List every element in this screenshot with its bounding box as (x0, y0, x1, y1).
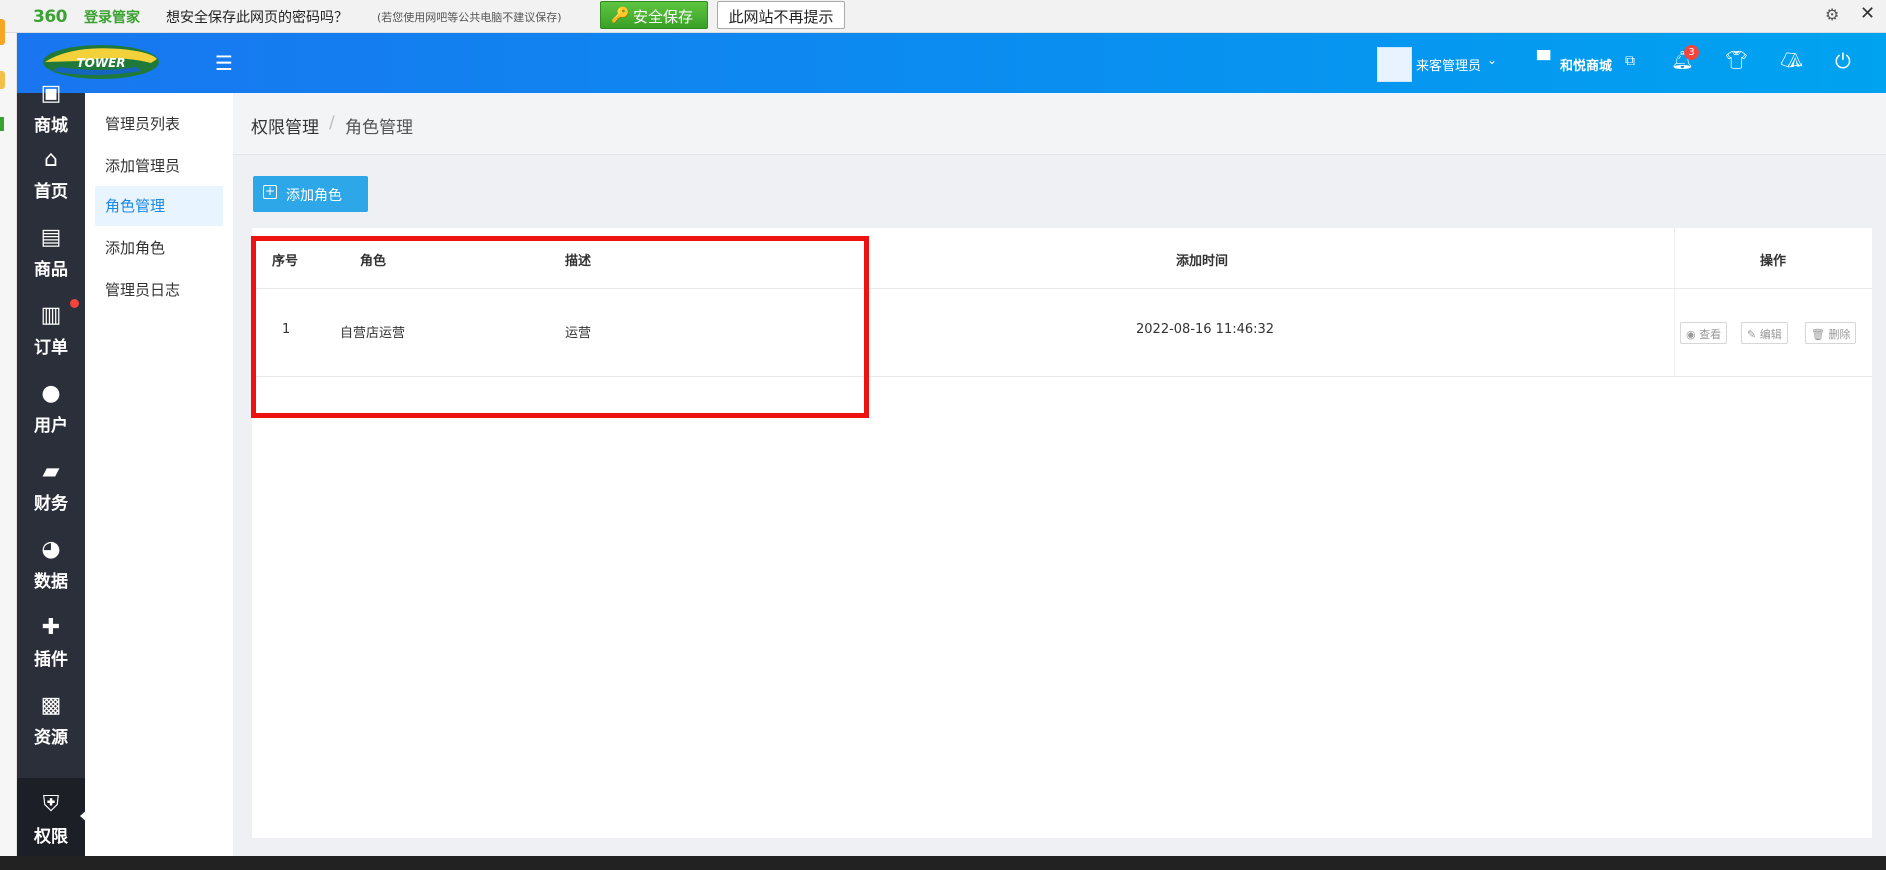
sidebar-item-label: 插件 (34, 650, 68, 670)
taskbar (0, 856, 1886, 870)
highlight-box (251, 236, 869, 418)
eye-icon: ◉ (1686, 328, 1700, 341)
main-sidebar: ▣ 商城 ⌂ 首页 ▤ 商品 ▥ 订单 ● 用户 ▰ 财务 ◕ 数据 ✚ 插件 … (17, 83, 89, 856)
avatar[interactable] (1377, 47, 1412, 82)
sidebar-item-users[interactable]: ● 用户 (17, 367, 85, 445)
submenu-admin-list[interactable]: 管理员列表 (95, 104, 223, 144)
permissions-submenu: 管理员列表 添加管理员 角色管理 添加角色 管理员日志 (85, 93, 233, 856)
delete-label: 删除 (1828, 328, 1851, 341)
gear-icon[interactable]: ⚙ (1825, 5, 1839, 24)
strip-marker-icon (0, 117, 4, 131)
submenu-role-management[interactable]: 角色管理 (95, 186, 223, 226)
never-prompt-button[interactable]: 此网站不再提示 (717, 1, 845, 29)
view-button[interactable]: ◉ 查看 (1680, 322, 1728, 344)
cell-time: 2022-08-16 11:46:32 (1136, 322, 1275, 337)
chevron-down-icon[interactable]: ⌄ (1487, 53, 1497, 67)
puzzle-icon: ✚ (41, 615, 61, 640)
sidebar-item-home[interactable]: ⌂ 首页 (17, 133, 85, 211)
column-header-ops: 操作 (1760, 254, 1787, 269)
plus-square-icon: + (263, 184, 277, 199)
logo-360-text: 登录管家 (84, 10, 140, 26)
edit-label: 编辑 (1759, 328, 1782, 341)
sidebar-item-data[interactable]: ◕ 数据 (17, 523, 85, 601)
shirt-icon[interactable]: 👕︎ (1725, 50, 1748, 71)
admin-name[interactable]: 来客管理员 (1416, 55, 1481, 74)
shield-lock-icon: ⛨ (42, 792, 60, 817)
sidebar-item-permissions[interactable]: ⛨ 权限 (17, 778, 89, 856)
sidebar-item-label: 权限 (34, 827, 68, 847)
browser-side-strip (0, 19, 17, 870)
add-role-label: 添加角色 (286, 188, 342, 204)
store-link[interactable]: 和悦商城 (1560, 55, 1612, 74)
wallet-icon: ▰ (42, 459, 60, 484)
submenu-add-admin[interactable]: 添加管理员 (95, 146, 223, 186)
strip-marker-icon (0, 71, 5, 89)
strip-marker-icon (0, 19, 5, 45)
sidebar-item-label: 用户 (34, 416, 68, 436)
breadcrumb-parent[interactable]: 权限管理 (251, 113, 319, 138)
external-link-icon[interactable]: ⧉ (1625, 53, 1635, 69)
save-password-question: 想安全保存此网页的密码吗？ (166, 10, 348, 26)
submenu-admin-log[interactable]: 管理员日志 (95, 270, 223, 310)
store-icon[interactable]: ▀ (1537, 51, 1550, 71)
add-role-button[interactable]: + 添加角色 (253, 176, 368, 212)
edit-icon: ✎ (1747, 328, 1760, 341)
close-icon[interactable]: ✕ (1860, 3, 1875, 24)
bag-icon: ▤ (40, 225, 62, 250)
breadcrumb-current: 角色管理 (345, 118, 413, 138)
sidebar-item-label: 财务 (34, 494, 68, 514)
user-icon: ● (41, 381, 61, 406)
edit-button[interactable]: ✎ 编辑 (1741, 322, 1788, 344)
breadcrumb: 权限管理 / 角色管理 (233, 93, 1886, 155)
sidebar-item-finance[interactable]: ▰ 财务 (17, 445, 85, 523)
sidebar-item-orders[interactable]: ▥ 订单 (17, 289, 85, 367)
menu-toggle-icon[interactable]: ☰ (215, 53, 233, 73)
trash-icon: 🗑︎ (1811, 328, 1829, 341)
pie-chart-icon: ◕ (41, 537, 61, 562)
sidebar-item-label: 资源 (34, 728, 68, 748)
save-password-hint: (若您使用网吧等公共电脑不建议保存) (377, 11, 562, 24)
key-icon: 🔑 (611, 6, 630, 24)
home-icon: ⌂ (44, 147, 58, 172)
sidebar-item-goods[interactable]: ▤ 商品 (17, 211, 85, 289)
sidebar-item-label: 商品 (34, 260, 68, 280)
power-icon[interactable]: ⏻ (1835, 49, 1851, 73)
view-label: 查看 (1699, 328, 1722, 341)
image-icon: ▩ (40, 693, 62, 718)
sidebar-item-label: 数据 (34, 572, 68, 592)
breadcrumb-separator: / (329, 113, 335, 133)
column-divider (1674, 228, 1675, 376)
sidebar-item-resources[interactable]: ▩ 资源 (17, 679, 85, 757)
cleaner-icon[interactable]: ⛺︎ (1780, 50, 1803, 71)
safe-save-label: 安全保存 (633, 8, 694, 26)
sidebar-item-label: 订单 (34, 338, 68, 358)
notification-badge: 3 (1684, 45, 1699, 60)
clipboard-icon: ▥ (40, 303, 62, 328)
logo-360: 360 (33, 7, 68, 27)
sidebar-item-plugins[interactable]: ✚ 插件 (17, 601, 85, 679)
column-header-time: 添加时间 (1176, 254, 1229, 269)
delete-button[interactable]: 🗑︎ 删除 (1805, 322, 1857, 344)
store-icon: ▣ (40, 81, 62, 106)
unread-dot (70, 299, 79, 308)
top-header: TOWER ☰ 来客管理员 ⌄ ▀ 和悦商城 ⧉ 🔔︎ 3 👕︎ ⛺︎ ⏻ (17, 33, 1886, 93)
password-save-bar: 360 登录管家 想安全保存此网页的密码吗？ (若您使用网吧等公共电脑不建议保存… (0, 0, 1886, 33)
sidebar-item-label: 首页 (34, 182, 68, 202)
safe-save-button[interactable]: 🔑 安全保存 (600, 1, 708, 29)
submenu-add-role[interactable]: 添加角色 (95, 228, 223, 268)
